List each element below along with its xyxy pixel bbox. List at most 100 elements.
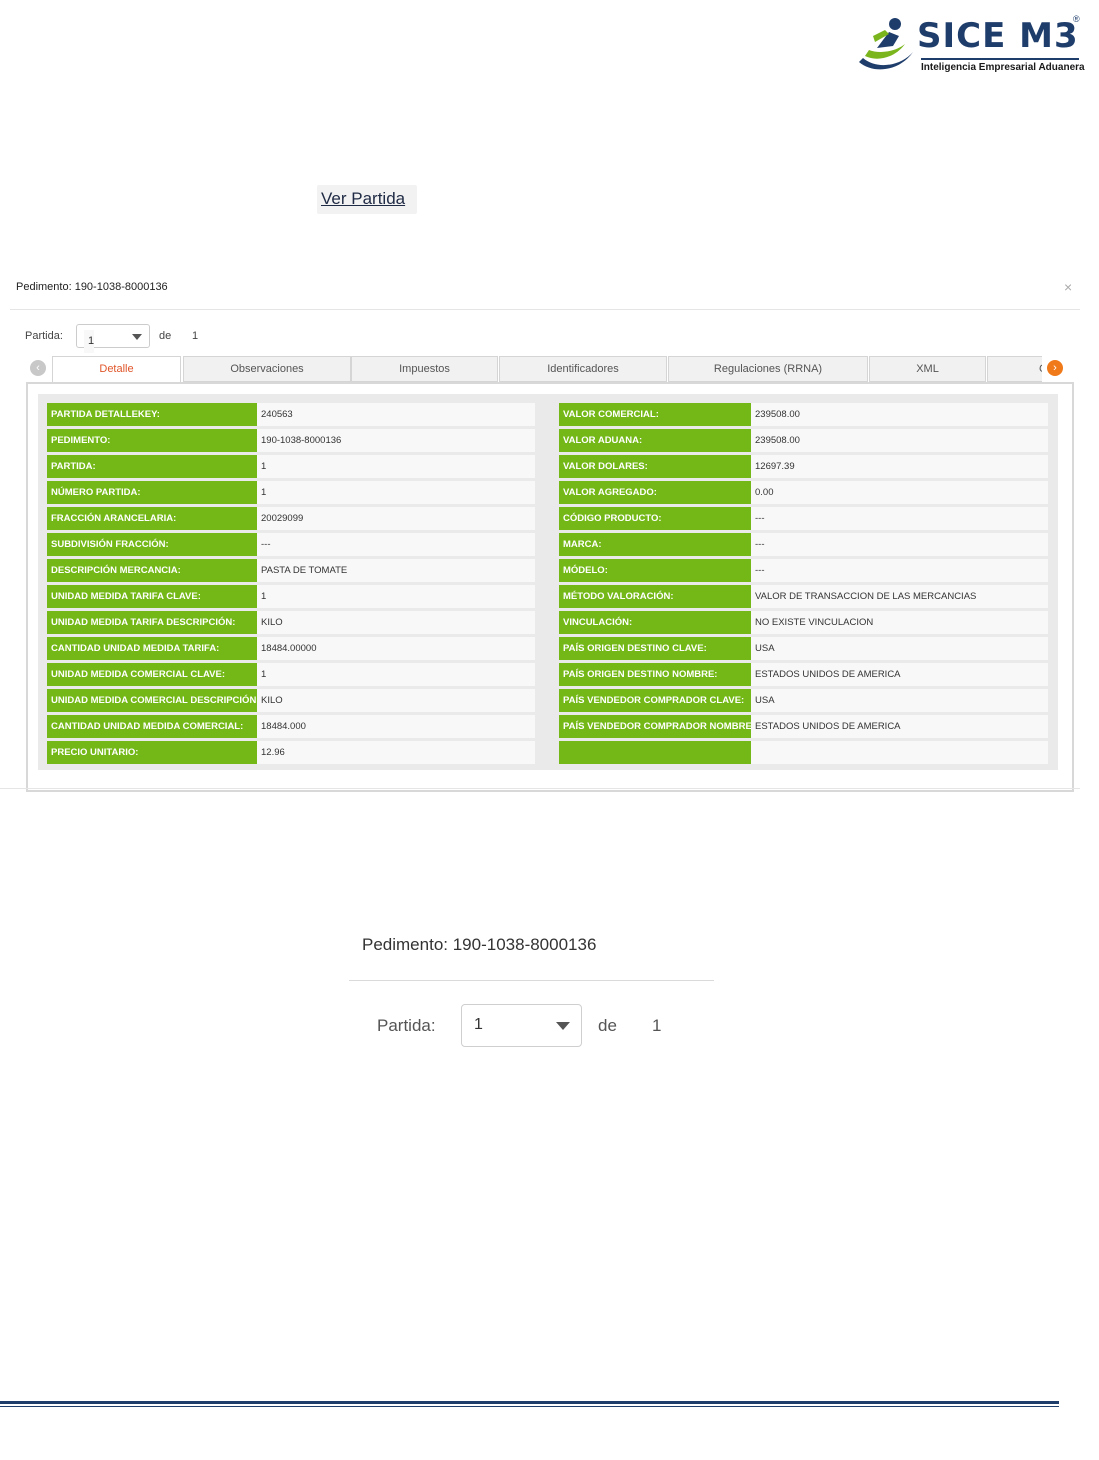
field-label: UNIDAD MEDIDA COMERCIAL DESCRIPCIÓN:: [47, 689, 257, 712]
field-label: MÓDELO:: [559, 559, 751, 582]
field-label: VALOR DOLARES:: [559, 455, 751, 478]
field-value: PASTA DE TOMATE: [257, 559, 535, 582]
field-value: 190-1038-8000136: [257, 429, 535, 452]
field-value: KILO: [257, 611, 535, 634]
detail-row: [559, 741, 1048, 764]
detail-row: SUBDIVISIÓN FRACCIÓN: ---: [47, 533, 535, 556]
detail-row: MARCA: ---: [559, 533, 1048, 556]
partida-select[interactable]: 1: [76, 324, 150, 353]
tab-identificadores[interactable]: Identificadores: [499, 356, 667, 382]
field-value: 1: [257, 455, 535, 478]
detail-row: PAÍS VENDEDOR COMPRADOR CLAVE: USA: [559, 689, 1048, 712]
field-label: CANTIDAD UNIDAD MEDIDA TARIFA:: [47, 637, 257, 660]
field-value: 12.96: [257, 741, 535, 764]
field-value: [751, 741, 1048, 764]
ver-partida-link[interactable]: Ver Partida: [317, 185, 417, 214]
field-label: PAÍS VENDEDOR COMPRADOR NOMBRE:: [559, 715, 751, 738]
field-value: 12697.39: [751, 455, 1048, 478]
zoom-partida-select[interactable]: 1: [461, 1004, 582, 1047]
tab-scroll-left-icon[interactable]: ‹: [30, 360, 46, 376]
field-value: ---: [751, 533, 1048, 556]
field-label: FRACCIÓN ARANCELARIA:: [47, 507, 257, 530]
tab-regulaciones[interactable]: Regulaciones (RRNA): [668, 356, 868, 382]
field-label: CÓDIGO PRODUCTO:: [559, 507, 751, 530]
detail-row: VINCULACIÓN: NO EXISTE VINCULACION: [559, 611, 1048, 634]
logo-brand: SICE M3: [917, 16, 1079, 56]
field-value: KILO: [257, 689, 535, 712]
partida-label: Partida:: [25, 330, 63, 342]
detail-row: UNIDAD MEDIDA COMERCIAL DESCRIPCIÓN: KILO: [47, 689, 535, 712]
detail-row: VALOR ADUANA: 239508.00: [559, 429, 1048, 452]
modal-title: Pedimento: 190-1038-8000136: [16, 281, 168, 293]
zoom-partida-label: Partida:: [377, 1016, 436, 1035]
chevron-down-icon: [132, 334, 142, 340]
logo-underline: [921, 58, 1079, 60]
tab-impuestos[interactable]: Impuestos: [351, 356, 498, 382]
tab-scroll-right-icon[interactable]: ›: [1047, 360, 1063, 376]
field-value: 240563: [257, 403, 535, 426]
sice-m3-logo: SICE M3 ® Inteligencia Empresarial Aduan…: [855, 12, 1095, 82]
field-value: ESTADOS UNIDOS DE AMERICA: [751, 715, 1048, 738]
detail-row: PAÍS ORIGEN DESTINO CLAVE: USA: [559, 637, 1048, 660]
partida-modal: Pedimento: 190-1038-8000136 × Partida: 1…: [0, 270, 1090, 795]
chevron-down-icon: [556, 1022, 570, 1030]
field-value: 18484.00000: [257, 637, 535, 660]
detail-row: DESCRIPCIÓN MERCANCIA: PASTA DE TOMATE: [47, 559, 535, 582]
detail-row: CANTIDAD UNIDAD MEDIDA COMERCIAL: 18484.0…: [47, 715, 535, 738]
detail-row: UNIDAD MEDIDA TARIFA CLAVE: 1: [47, 585, 535, 608]
detail-row: UNIDAD MEDIDA TARIFA DESCRIPCIÓN: KILO: [47, 611, 535, 634]
field-value: ---: [257, 533, 535, 556]
field-value: 1: [257, 481, 535, 504]
field-value: 0.00: [751, 481, 1048, 504]
logo-tagline: Inteligencia Empresarial Aduanera: [921, 62, 1085, 73]
detail-row: PARTIDA: 1: [47, 455, 535, 478]
field-value: ESTADOS UNIDOS DE AMERICA: [751, 663, 1048, 686]
swoosh-figure-icon: [859, 18, 913, 70]
field-value: ---: [751, 559, 1048, 582]
close-icon[interactable]: ×: [1064, 279, 1072, 295]
field-label: PARTIDA:: [47, 455, 257, 478]
field-value: USA: [751, 689, 1048, 712]
registered-mark: ®: [1073, 14, 1080, 24]
detail-row: MÉTODO VALORACIÓN: VALOR DE TRANSACCION D…: [559, 585, 1048, 608]
de-label: de: [159, 330, 172, 342]
field-label: SUBDIVISIÓN FRACCIÓN:: [47, 533, 257, 556]
field-label: PARTIDA DETALLEKEY:: [47, 403, 257, 426]
field-label: UNIDAD MEDIDA TARIFA CLAVE:: [47, 585, 257, 608]
field-value: NO EXISTE VINCULACION: [751, 611, 1048, 634]
tab-detalle[interactable]: Detalle: [52, 356, 181, 383]
detail-row: PARTIDA DETALLEKEY: 240563: [47, 403, 535, 426]
tab-more[interactable]: C: [987, 356, 1042, 382]
detail-row: PEDIMENTO: 190-1038-8000136: [47, 429, 535, 452]
field-label: PAÍS VENDEDOR COMPRADOR CLAVE:: [559, 689, 751, 712]
field-value: 20029099: [257, 507, 535, 530]
ver-partida-label[interactable]: Ver Partida: [321, 189, 405, 209]
detail-row: VALOR DOLARES: 12697.39: [559, 455, 1048, 478]
field-label: PAÍS ORIGEN DESTINO NOMBRE:: [559, 663, 751, 686]
detail-row: UNIDAD MEDIDA COMERCIAL CLAVE: 1: [47, 663, 535, 686]
field-value: 18484.000: [257, 715, 535, 738]
footer-rule: [0, 1406, 1059, 1407]
detail-row: MÓDELO: ---: [559, 559, 1048, 582]
field-label: [559, 741, 751, 764]
tab-xml[interactable]: XML: [869, 356, 986, 382]
zoom-total-partidas: 1: [652, 1016, 662, 1035]
field-label: PRECIO UNITARIO:: [47, 741, 257, 764]
detail-row: PAÍS ORIGEN DESTINO NOMBRE: ESTADOS UNIDO…: [559, 663, 1048, 686]
field-value: VALOR DE TRANSACCION DE LAS MERCANCIAS: [751, 585, 1048, 608]
field-value: ---: [751, 507, 1048, 530]
field-label: PAÍS ORIGEN DESTINO CLAVE:: [559, 637, 751, 660]
tab-observaciones[interactable]: Observaciones: [183, 356, 351, 382]
total-partidas: 1: [192, 330, 199, 342]
field-label: DESCRIPCIÓN MERCANCIA:: [47, 559, 257, 582]
field-value: 239508.00: [751, 403, 1048, 426]
field-label: UNIDAD MEDIDA TARIFA DESCRIPCIÓN:: [47, 611, 257, 634]
detail-row: FRACCIÓN ARANCELARIA: 20029099: [47, 507, 535, 530]
footer-rule: [0, 1401, 1059, 1404]
field-label: VINCULACIÓN:: [559, 611, 751, 634]
detail-panel: PARTIDA DETALLEKEY: 240563 PEDIMENTO: 190-1…: [38, 394, 1058, 770]
detail-row: NÚMERO PARTIDA: 1: [47, 481, 535, 504]
divider: [10, 309, 1080, 310]
field-value: USA: [751, 637, 1048, 660]
zoom-de-label: de: [598, 1016, 617, 1035]
